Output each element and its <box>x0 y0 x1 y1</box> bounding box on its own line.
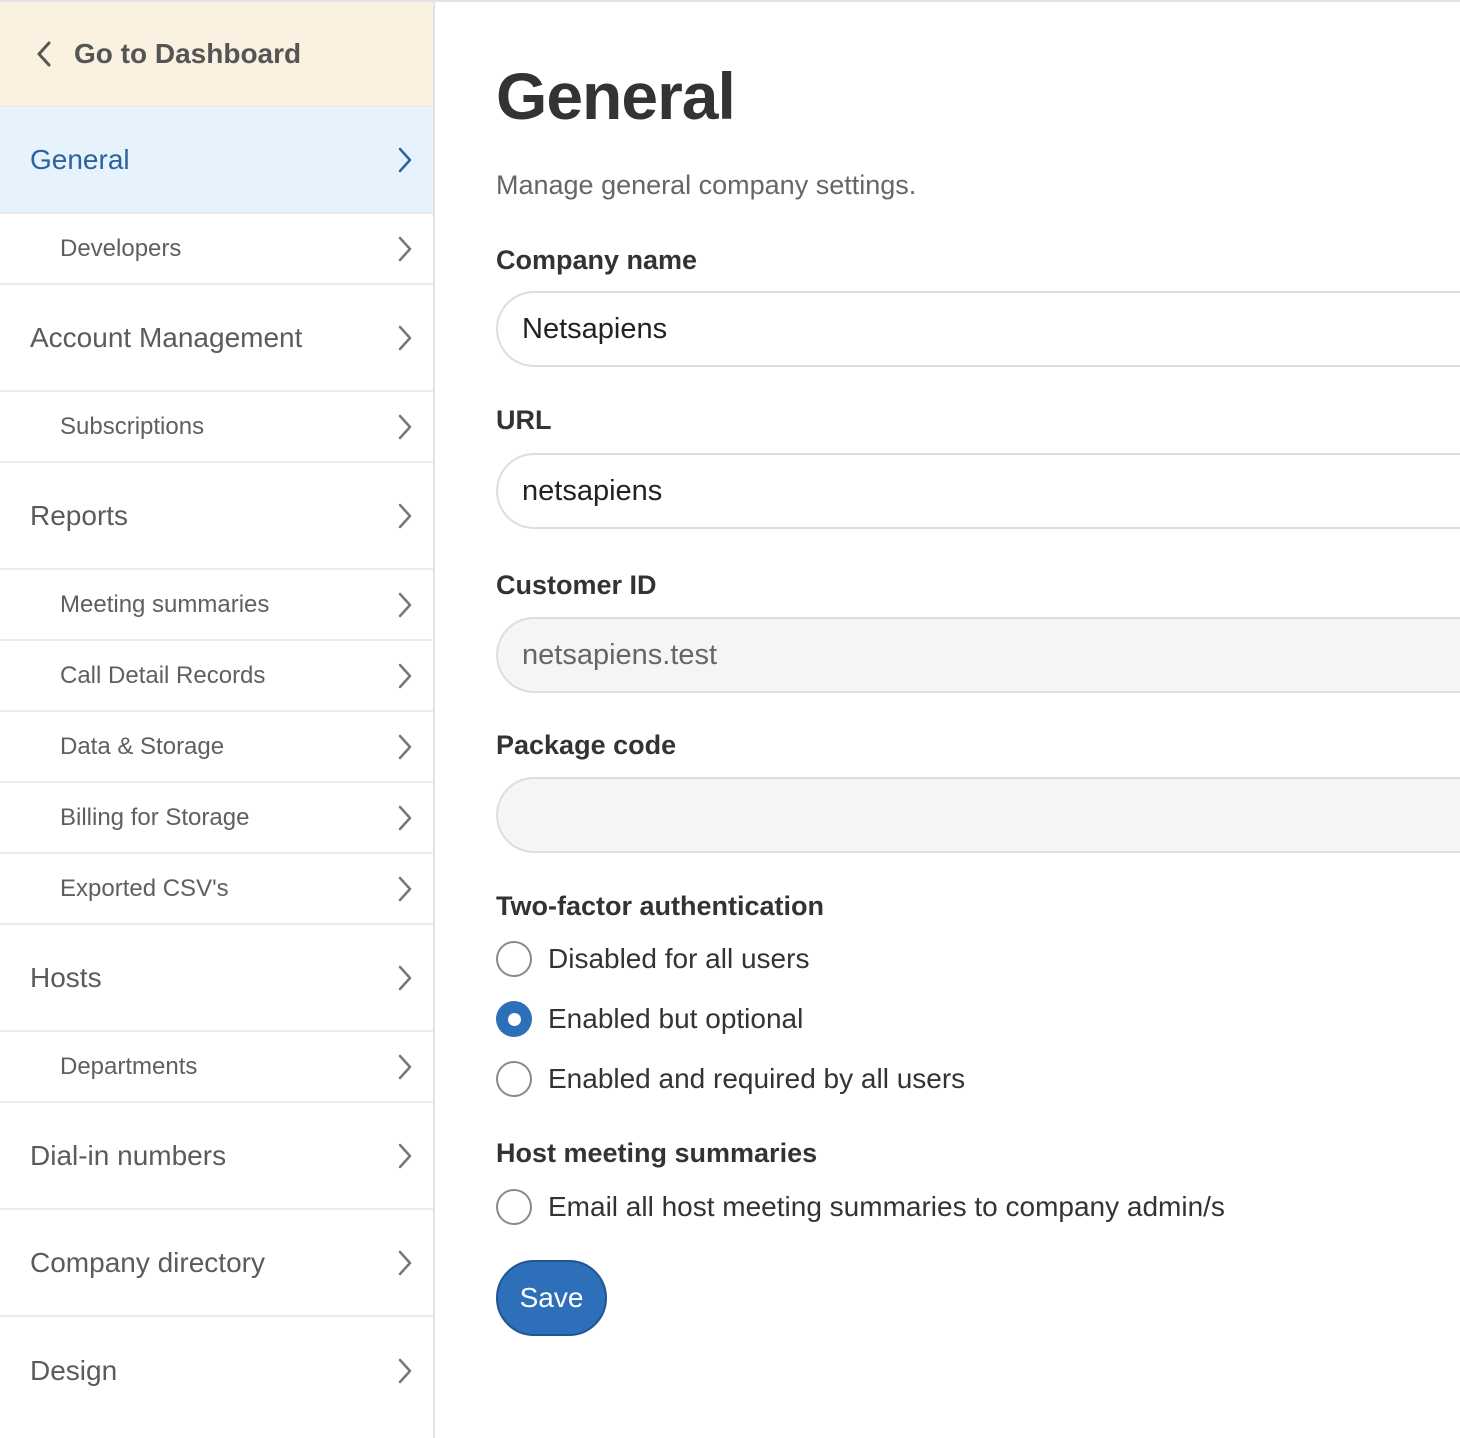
radio-button[interactable] <box>496 941 532 977</box>
sidebar-item-general[interactable]: General <box>0 107 433 214</box>
sidebar-item-label: Reports <box>30 499 129 531</box>
two-factor-option-disabled[interactable]: Disabled for all users <box>496 941 809 977</box>
sidebar-item-label: Developers <box>60 234 182 262</box>
chevron-right-icon <box>397 1054 413 1080</box>
sidebar-item-call-detail-records[interactable]: Call Detail Records <box>0 641 433 712</box>
sidebar-item-label: Exported CSV's <box>60 874 229 902</box>
host-summaries-label: Host meeting summaries <box>496 1138 818 1168</box>
save-button[interactable]: Save <box>496 1260 607 1336</box>
two-factor-label: Two-factor authentication <box>496 891 824 921</box>
radio-label: Email all host meeting summaries to comp… <box>548 1191 1225 1222</box>
url-input[interactable] <box>496 453 1460 529</box>
go-to-dashboard-link[interactable]: Go to Dashboard <box>0 2 433 107</box>
chevron-left-icon <box>36 41 58 66</box>
sidebar-item-label: General <box>30 143 130 175</box>
customer-id-input[interactable] <box>496 617 1460 693</box>
sidebar-item-label: Subscriptions <box>60 412 205 440</box>
radio-label: Enabled and required by all users <box>548 1063 966 1094</box>
chevron-right-icon <box>397 1250 413 1276</box>
radio-button-checked[interactable] <box>496 1001 532 1037</box>
package-code-label: Package code <box>496 730 677 760</box>
go-to-dashboard-label: Go to Dashboard <box>74 37 302 69</box>
company-name-label: Company name <box>496 245 698 275</box>
chevron-right-icon <box>397 734 413 760</box>
page-title: General <box>496 59 736 133</box>
chevron-right-icon <box>397 147 413 173</box>
sidebar-item-reports[interactable]: Reports <box>0 463 433 570</box>
customer-id-label: Customer ID <box>496 570 657 600</box>
sidebar-item-label: Departments <box>60 1052 198 1080</box>
sidebar-item-design[interactable]: Design <box>0 1317 433 1424</box>
sidebar-item-billing-for-storage[interactable]: Billing for Storage <box>0 783 433 854</box>
sidebar-item-label: Billing for Storage <box>60 803 250 831</box>
sidebar-item-label: Data & Storage <box>60 732 225 760</box>
sidebar-item-hosts[interactable]: Hosts <box>0 925 433 1032</box>
sidebar: Go to Dashboard General Developers Accou… <box>0 2 435 1438</box>
sidebar-item-label: Company directory <box>30 1246 265 1278</box>
sidebar-item-account-management[interactable]: Account Management <box>0 285 433 392</box>
page-description: Manage general company settings. <box>496 170 917 200</box>
sidebar-item-exported-csvs[interactable]: Exported CSV's <box>0 854 433 925</box>
sidebar-item-developers[interactable]: Developers <box>0 214 433 285</box>
package-code-input[interactable] <box>496 777 1460 853</box>
radio-label: Enabled but optional <box>548 1003 804 1034</box>
radio-button[interactable] <box>496 1189 532 1225</box>
chevron-right-icon <box>397 503 413 529</box>
url-label: URL <box>496 405 552 435</box>
sidebar-item-label: Account Management <box>30 321 303 353</box>
sidebar-item-subscriptions[interactable]: Subscriptions <box>0 392 433 463</box>
sidebar-item-data-storage[interactable]: Data & Storage <box>0 712 433 783</box>
chevron-right-icon <box>397 236 413 262</box>
sidebar-item-company-directory[interactable]: Company directory <box>0 1210 433 1317</box>
chevron-right-icon <box>397 965 413 991</box>
chevron-right-icon <box>397 876 413 902</box>
radio-label: Disabled for all users <box>548 943 810 974</box>
host-summaries-option-email[interactable]: Email all host meeting summaries to comp… <box>496 1189 1225 1225</box>
sidebar-item-label: Dial-in numbers <box>30 1139 227 1171</box>
company-name-input[interactable] <box>496 291 1460 367</box>
chevron-right-icon <box>397 1143 413 1169</box>
sidebar-item-label: Hosts <box>30 961 102 993</box>
chevron-right-icon <box>397 805 413 831</box>
chevron-right-icon <box>397 325 413 351</box>
sidebar-item-label: Meeting summaries <box>60 590 270 618</box>
chevron-right-icon <box>397 414 413 440</box>
sidebar-item-label: Call Detail Records <box>60 661 266 689</box>
radio-button[interactable] <box>496 1061 532 1097</box>
radio-dot <box>507 1012 521 1026</box>
chevron-right-icon <box>397 663 413 689</box>
sidebar-item-meeting-summaries[interactable]: Meeting summaries <box>0 570 433 641</box>
chevron-right-icon <box>397 592 413 618</box>
chevron-right-icon <box>397 1358 413 1384</box>
two-factor-option-optional[interactable]: Enabled but optional <box>496 1001 803 1037</box>
sidebar-item-departments[interactable]: Departments <box>0 1032 433 1103</box>
two-factor-option-required[interactable]: Enabled and required by all users <box>496 1061 965 1097</box>
sidebar-item-dial-in-numbers[interactable]: Dial-in numbers <box>0 1103 433 1210</box>
sidebar-item-label: Design <box>30 1354 118 1386</box>
